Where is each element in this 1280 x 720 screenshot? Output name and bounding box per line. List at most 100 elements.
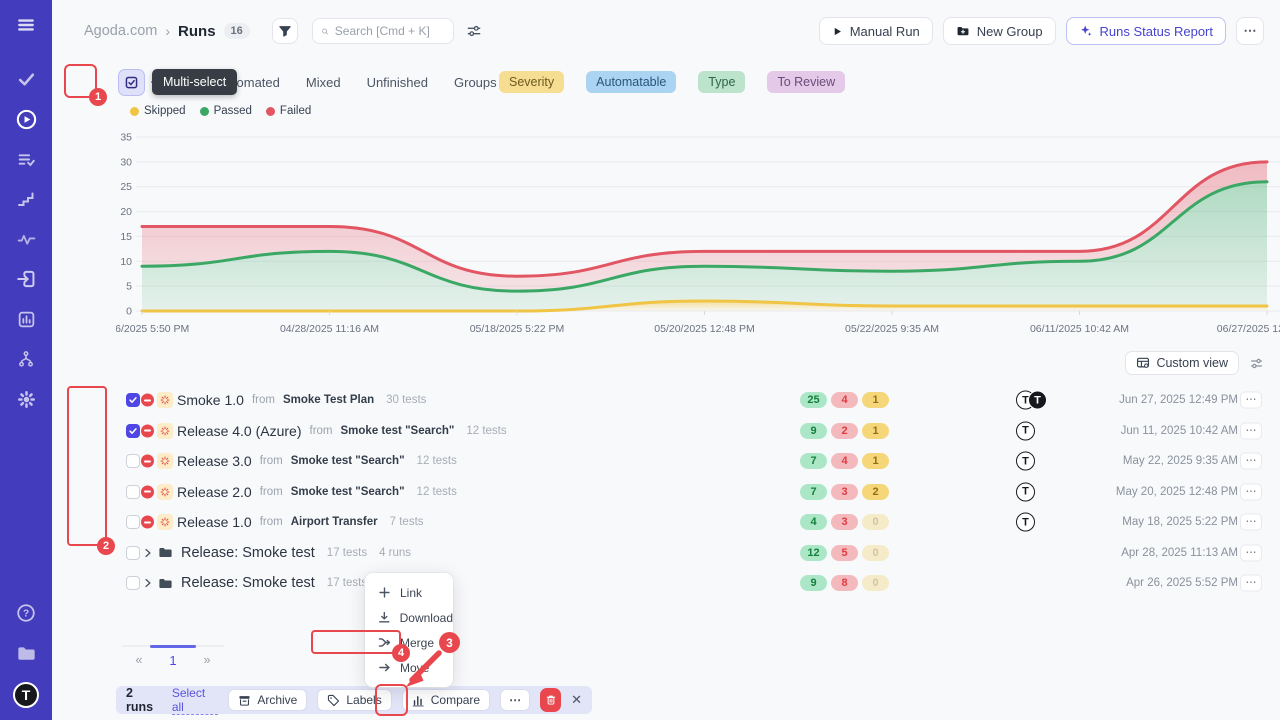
run-name[interactable]: Release 1.0	[177, 514, 252, 530]
runs-status-report-button[interactable]: Runs Status Report	[1066, 17, 1226, 45]
result-badges: 9 2 1	[800, 423, 889, 439]
expand-chevron-icon[interactable]	[141, 576, 155, 590]
run-name[interactable]: Release 3.0	[177, 453, 252, 469]
group-name[interactable]: Release: Smoke test	[181, 575, 315, 591]
branches-icon[interactable]	[15, 348, 37, 370]
run-name[interactable]: Smoke 1.0	[177, 392, 244, 408]
filter-tab-groups[interactable]: Groups	[454, 75, 497, 90]
group-name[interactable]: Release: Smoke test	[181, 545, 315, 561]
user-avatar[interactable]: T	[13, 682, 39, 708]
row-more-button[interactable]: ⋯	[1240, 453, 1262, 470]
run-name[interactable]: Release 4.0 (Azure)	[177, 423, 302, 439]
labels-button[interactable]: Labels	[317, 689, 391, 711]
test-plans-icon[interactable]	[15, 148, 37, 170]
group-row[interactable]: Release: Smoke test 17 tests 4 runs 12 5…	[68, 538, 1264, 569]
plan-name[interactable]: Smoke test "Search"	[341, 425, 455, 437]
search-settings-sliders-icon[interactable]	[466, 23, 482, 39]
run-row[interactable]: Release 4.0 (Azure) from Smoke test "Sea…	[68, 416, 1264, 447]
runs-chart: 0510152025303504/26/2025 5:50 PM04/28/20…	[116, 128, 1280, 346]
row-checkbox[interactable]	[126, 485, 140, 499]
assignee-avatars: T	[1016, 482, 1035, 501]
bulk-more-button[interactable]: ⋯	[500, 689, 530, 711]
compare-button[interactable]: Compare	[402, 689, 490, 711]
bulk-action-bar: 2 runs Select all Archive Labels Compare…	[116, 686, 592, 714]
menu-item-merge[interactable]: Merge	[365, 630, 453, 655]
row-checkbox[interactable]	[126, 515, 140, 529]
pagination-prev[interactable]: «	[122, 653, 156, 668]
svg-text:06/11/2025 10:42 AM: 06/11/2025 10:42 AM	[1030, 323, 1129, 335]
tag-filter-severity[interactable]: Severity	[499, 71, 564, 93]
menu-item-download[interactable]: Download	[365, 605, 453, 630]
custom-view-button[interactable]: Custom view	[1125, 351, 1239, 375]
run-name[interactable]: Release 2.0	[177, 484, 252, 500]
group-row[interactable]: Release: Smoke test 17 tests 7 runs 9 8 …	[68, 568, 1264, 599]
projects-folder-icon[interactable]	[15, 642, 37, 664]
run-row[interactable]: Release 1.0 from Airport Transfer 7 test…	[68, 507, 1264, 538]
search-box[interactable]	[312, 18, 454, 44]
menu-icon[interactable]	[15, 14, 37, 36]
row-more-button[interactable]: ⋯	[1240, 483, 1262, 500]
menu-item-link[interactable]: Link	[365, 580, 453, 605]
plan-name[interactable]: Smoke test "Search"	[291, 486, 405, 498]
filter-tab-unfinished[interactable]: Unfinished	[367, 75, 428, 90]
tag-filter-to-review[interactable]: To Review	[767, 71, 845, 93]
select-all-link[interactable]: Select all	[172, 686, 219, 715]
archive-icon	[238, 694, 251, 707]
multi-select-button[interactable]	[118, 69, 145, 96]
passed-badge: 12	[800, 545, 827, 561]
help-icon[interactable]: ?	[15, 602, 37, 624]
runs-count-badge: 16	[224, 23, 250, 39]
row-more-button[interactable]: ⋯	[1240, 544, 1262, 561]
manual-run-button[interactable]: Manual Run	[819, 17, 933, 45]
plan-name[interactable]: Smoke Test Plan	[283, 394, 374, 406]
pagination-next[interactable]: »	[190, 653, 224, 668]
runs-play-icon[interactable]	[15, 108, 37, 130]
tests-check-icon[interactable]	[15, 68, 37, 90]
table-settings-sliders-icon[interactable]	[1249, 356, 1264, 371]
run-row[interactable]: Release 3.0 from Smoke test "Search" 12 …	[68, 446, 1264, 477]
settings-gear-icon[interactable]	[15, 388, 37, 410]
filter-tab-mixed[interactable]: Mixed	[306, 75, 341, 90]
filter-button[interactable]	[272, 18, 298, 44]
new-group-button[interactable]: New Group	[943, 17, 1056, 45]
row-checkbox[interactable]	[126, 546, 140, 560]
assignee-avatars: T	[1016, 452, 1035, 471]
close-bulk-bar-button[interactable]: ✕	[571, 692, 582, 708]
row-more-button[interactable]: ⋯	[1240, 514, 1262, 531]
plan-name[interactable]: Smoke test "Search"	[291, 455, 405, 467]
legend-skipped: Skipped	[130, 105, 186, 117]
run-row[interactable]: Smoke 1.0 from Smoke Test Plan 30 tests …	[68, 385, 1264, 416]
row-checkbox[interactable]	[126, 393, 140, 407]
search-input[interactable]	[335, 24, 445, 38]
row-checkbox[interactable]	[126, 454, 140, 468]
folder-plus-icon	[956, 24, 970, 38]
row-more-button[interactable]: ⋯	[1240, 575, 1262, 592]
tag-filter-type[interactable]: Type	[698, 71, 745, 93]
delete-button[interactable]	[540, 688, 561, 712]
run-date: Jun 27, 2025 12:49 PM	[1119, 394, 1238, 406]
plus-icon	[378, 586, 391, 599]
svg-text:05/18/2025 5:22 PM: 05/18/2025 5:22 PM	[470, 323, 565, 335]
header-more-button[interactable]: ⋯	[1236, 17, 1264, 45]
result-badges: 9 8 0	[800, 575, 889, 591]
tag-filter-automatable[interactable]: Automatable	[586, 71, 676, 93]
menu-item-move[interactable]: Move	[365, 655, 453, 680]
expand-chevron-icon[interactable]	[141, 546, 155, 560]
archive-button[interactable]: Archive	[228, 689, 307, 711]
analytics-report-icon[interactable]	[15, 308, 37, 330]
row-more-button[interactable]: ⋯	[1240, 422, 1262, 439]
import-signin-icon[interactable]	[15, 268, 37, 290]
run-row[interactable]: Release 2.0 from Smoke test "Search" 12 …	[68, 477, 1264, 508]
svg-text:04/26/2025 5:50 PM: 04/26/2025 5:50 PM	[116, 323, 189, 335]
tag-filters: Severity Automatable Type To Review	[499, 68, 845, 96]
milestones-steps-icon[interactable]	[15, 188, 37, 210]
row-checkbox[interactable]	[126, 576, 140, 590]
row-checkbox[interactable]	[126, 424, 140, 438]
run-burst-icon	[157, 453, 173, 469]
breadcrumb-project[interactable]: Agoda.com	[84, 23, 157, 39]
plan-name[interactable]: Airport Transfer	[291, 516, 378, 528]
pulse-activity-icon[interactable]	[15, 228, 37, 250]
pagination-page-1[interactable]: 1	[156, 653, 190, 668]
tag-icon	[327, 694, 340, 707]
row-more-button[interactable]: ⋯	[1240, 392, 1262, 409]
